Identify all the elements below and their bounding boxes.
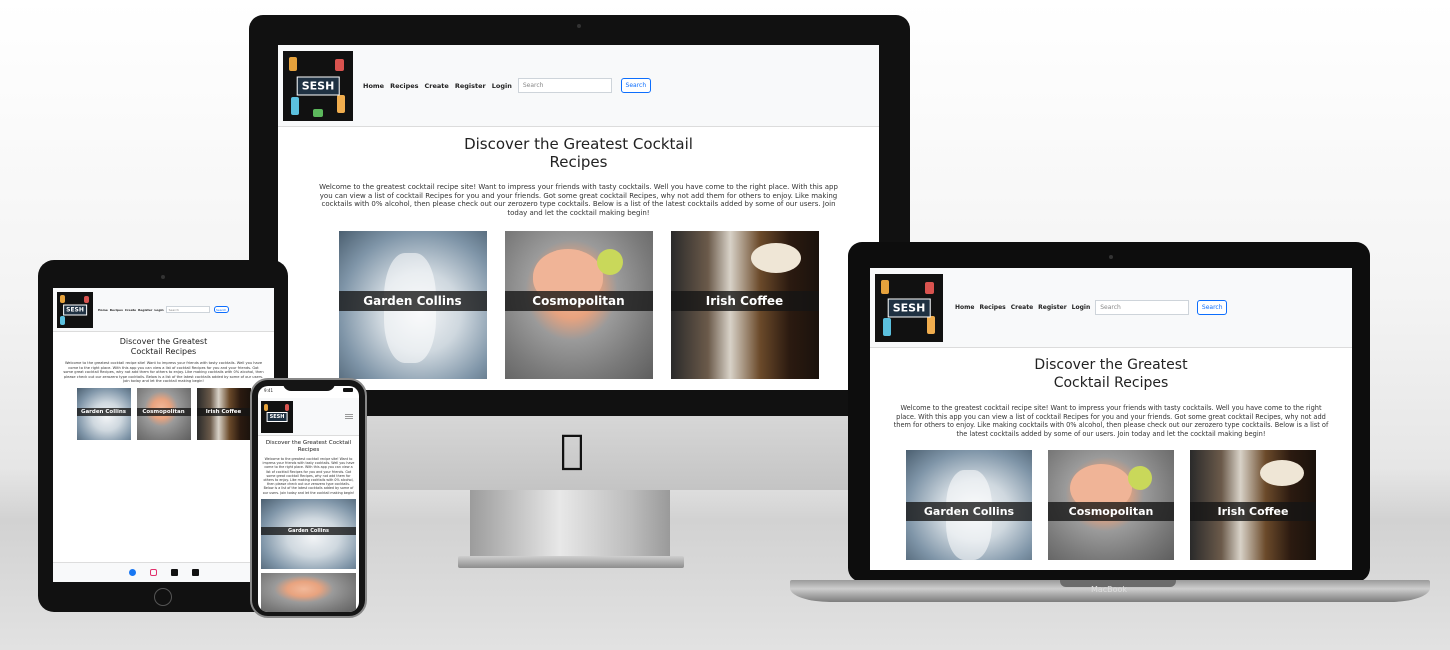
nav-create[interactable]: Create	[425, 82, 449, 90]
card-title: Garden Collins	[261, 526, 356, 535]
imac-stand	[470, 490, 670, 562]
card-title: Garden Collins	[76, 407, 131, 416]
nav-recipes[interactable]: Recipes	[979, 304, 1005, 311]
logo-text: SESH	[887, 298, 931, 317]
logo-text: SESH	[266, 411, 288, 422]
card-title: Irish Coffee	[196, 407, 251, 416]
hamburger-menu-icon[interactable]	[345, 413, 353, 420]
page-title-line2: Cocktail Recipes	[1053, 375, 1169, 391]
site-logo[interactable]: SESH	[283, 50, 353, 121]
card-garden-collins[interactable]: Garden Collins	[76, 387, 131, 440]
card-garden-collins[interactable]: Garden Collins	[906, 450, 1032, 560]
card-title: Garden Collins	[338, 291, 487, 311]
search-input[interactable]: Search	[517, 78, 612, 93]
cocktail-cards: Garden Collins	[261, 498, 356, 612]
site-logo[interactable]: SESH	[261, 400, 293, 433]
iphone-screen: 9:41 SESH Discover the Greatest Cocktail…	[258, 386, 359, 612]
nav-home[interactable]: Home	[98, 308, 108, 312]
nav-home[interactable]: Home	[363, 82, 384, 90]
page-title-line2: Cocktail Recipes	[130, 347, 197, 356]
card-cosmopolitan[interactable]	[261, 572, 356, 612]
cocktail-cards: Garden Collins Cosmopolitan Irish Coffee	[278, 231, 879, 379]
status-time: 9:41	[264, 388, 273, 393]
card-irish-coffee[interactable]: Irish Coffee	[670, 231, 819, 379]
nav-home[interactable]: Home	[955, 304, 974, 311]
search-button[interactable]: Search	[1197, 300, 1228, 315]
search-input[interactable]: Search	[165, 306, 210, 313]
card-title: Irish Coffee	[670, 291, 819, 311]
card-cosmopolitan[interactable]: Cosmopolitan	[136, 387, 191, 440]
tiktok-icon[interactable]	[170, 569, 178, 576]
apple-logo-icon: 	[560, 430, 584, 470]
x-icon[interactable]	[191, 569, 199, 576]
page-title-line1: Discover the Greatest Cocktail	[464, 135, 693, 153]
site-logo[interactable]: SESH	[57, 291, 93, 328]
instagram-icon[interactable]	[149, 569, 157, 576]
card-title: Cosmopolitan	[1048, 502, 1174, 521]
intro-text: Welcome to the greatest cocktail recipe …	[319, 183, 838, 217]
nav-links: Home Recipes Create Register Login Searc…	[363, 78, 651, 93]
site-logo[interactable]: SESH	[875, 273, 943, 342]
battery-icon	[343, 388, 353, 392]
card-cosmopolitan[interactable]: Cosmopolitan	[504, 231, 653, 379]
imac-camera	[577, 24, 581, 28]
nav-create[interactable]: Create	[1011, 304, 1033, 311]
nav-create[interactable]: Create	[125, 308, 136, 312]
search-input[interactable]: Search	[1095, 300, 1190, 315]
navbar: SESH Home Recipes Create Register Login …	[53, 288, 274, 332]
macbook-screen: SESH Home Recipes Create Register Login …	[870, 268, 1352, 570]
search-button[interactable]: Search	[213, 306, 229, 313]
page-title-line1: Discover the Greatest	[119, 337, 208, 346]
card-garden-collins[interactable]: Garden Collins	[338, 231, 487, 379]
card-irish-coffee[interactable]: Irish Coffee	[196, 387, 251, 440]
ipad-camera	[161, 275, 165, 279]
navbar: SESH	[258, 398, 359, 436]
page-title: Discover the Greatest Cocktail Recipes	[53, 337, 274, 357]
nav-recipes[interactable]: Recipes	[390, 82, 418, 90]
intro-text: Welcome to the greatest cocktail recipe …	[262, 457, 355, 495]
card-title: Cosmopolitan	[136, 407, 191, 416]
nav-login[interactable]: Login	[154, 308, 163, 312]
card-irish-coffee[interactable]: Irish Coffee	[1190, 450, 1316, 560]
page-title: Discover the Greatest Cocktail Recipes	[278, 135, 879, 171]
macbook-label: MacBook	[1090, 585, 1128, 594]
ipad-screen: SESH Home Recipes Create Register Login …	[53, 288, 274, 582]
cocktail-cards: Garden Collins Cosmopolitan Irish Coffee	[870, 450, 1352, 560]
nav-register[interactable]: Register	[1038, 304, 1067, 311]
cocktail-cards: Garden Collins Cosmopolitan Irish Coffee	[53, 387, 274, 440]
search-button[interactable]: Search	[620, 78, 651, 93]
card-title: Garden Collins	[906, 502, 1032, 521]
facebook-icon[interactable]	[128, 569, 136, 576]
navbar: SESH Home Recipes Create Register Login …	[278, 45, 879, 127]
card-title: Cosmopolitan	[504, 291, 653, 311]
intro-text: Welcome to the greatest cocktail recipe …	[63, 361, 264, 384]
logo-text: SESH	[63, 304, 87, 315]
nav-login[interactable]: Login	[492, 82, 512, 90]
page-title: Discover the Greatest Cocktail Recipes	[870, 356, 1352, 392]
page-title-line2: Recipes	[549, 153, 608, 171]
page-title: Discover the Greatest Cocktail Recipes	[265, 440, 352, 453]
footer	[53, 562, 274, 582]
nav-register[interactable]: Register	[138, 308, 152, 312]
card-cosmopolitan[interactable]: Cosmopolitan	[1048, 450, 1174, 560]
nav-login[interactable]: Login	[1072, 304, 1091, 311]
navbar: SESH Home Recipes Create Register Login …	[870, 268, 1352, 348]
ipad-home-button	[154, 588, 172, 606]
intro-text: Welcome to the greatest cocktail recipe …	[893, 404, 1329, 438]
imac-foot	[458, 556, 684, 568]
nav-recipes[interactable]: Recipes	[110, 308, 123, 312]
card-title: Irish Coffee	[1190, 502, 1316, 521]
macbook-camera	[1109, 255, 1113, 259]
nav-register[interactable]: Register	[455, 82, 486, 90]
imac-screen: SESH Home Recipes Create Register Login …	[278, 45, 879, 390]
page-title-line1: Discover the Greatest	[1034, 357, 1188, 373]
card-garden-collins[interactable]: Garden Collins	[261, 498, 356, 569]
nav-links: Home Recipes Create Register Login Searc…	[98, 306, 229, 313]
logo-text: SESH	[296, 76, 340, 95]
nav-links: Home Recipes Create Register Login Searc…	[955, 300, 1228, 315]
iphone-notch	[283, 382, 335, 391]
